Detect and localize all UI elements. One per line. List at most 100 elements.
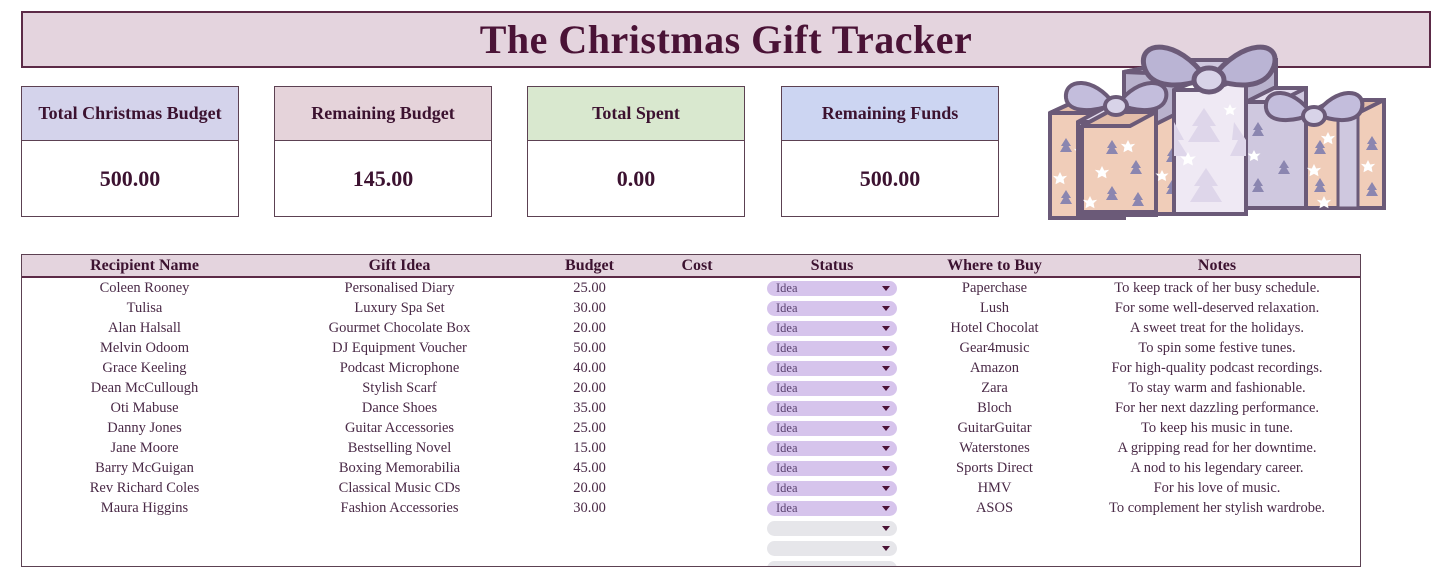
cell-notes[interactable]: For high-quality podcast recordings. [1072,358,1360,378]
cell-budget[interactable]: 25.00 [532,277,647,298]
cell-recipient-name[interactable]: Oti Mabuse [22,398,267,418]
status-dropdown[interactable]: Idea [767,300,897,316]
cell-notes[interactable] [1072,558,1360,566]
cell-cost[interactable] [647,298,747,318]
cell-notes[interactable]: A nod to his legendary career. [1072,458,1360,478]
chevron-down-icon[interactable] [882,285,890,291]
cell-recipient-name[interactable]: Melvin Odoom [22,338,267,358]
cell-gift-idea[interactable]: Luxury Spa Set [267,298,532,318]
cell-cost[interactable] [647,458,747,478]
cell-where-to-buy[interactable] [917,518,1072,538]
cell-recipient-name[interactable]: Danny Jones [22,418,267,438]
cell-status[interactable] [747,558,917,566]
cell-gift-idea[interactable]: Guitar Accessories [267,418,532,438]
cell-where-to-buy[interactable]: Lush [917,298,1072,318]
status-dropdown[interactable]: Idea [767,380,897,396]
cell-notes[interactable]: To keep his music in tune. [1072,418,1360,438]
cell-budget[interactable]: 20.00 [532,378,647,398]
status-dropdown[interactable]: Idea [767,460,897,476]
cell-notes[interactable] [1072,518,1360,538]
cell-budget[interactable] [532,538,647,558]
cell-where-to-buy[interactable]: Waterstones [917,438,1072,458]
cell-cost[interactable] [647,498,747,518]
cell-status[interactable]: Idea [747,478,917,498]
cell-notes[interactable]: To spin some festive tunes. [1072,338,1360,358]
cell-budget[interactable]: 15.00 [532,438,647,458]
cell-notes[interactable]: To stay warm and fashionable. [1072,378,1360,398]
cell-status[interactable] [747,538,917,558]
cell-status[interactable]: Idea [747,277,917,298]
cell-where-to-buy[interactable]: Gear4music [917,338,1072,358]
cell-recipient-name[interactable]: Dean McCullough [22,378,267,398]
chevron-down-icon[interactable] [882,445,890,451]
cell-gift-idea[interactable]: Bestselling Novel [267,438,532,458]
cell-cost[interactable] [647,538,747,558]
cell-budget[interactable] [532,558,647,566]
cell-cost[interactable] [647,277,747,298]
cell-cost[interactable] [647,438,747,458]
cell-status[interactable]: Idea [747,358,917,378]
cell-cost[interactable] [647,398,747,418]
cell-gift-idea[interactable]: DJ Equipment Voucher [267,338,532,358]
column-header-cost[interactable]: Cost [647,254,747,278]
cell-recipient-name[interactable]: Coleen Rooney [22,277,267,298]
chevron-down-icon[interactable] [882,385,890,391]
cell-budget[interactable]: 25.00 [532,418,647,438]
cell-status[interactable]: Idea [747,438,917,458]
chevron-down-icon[interactable] [882,525,890,531]
cell-gift-idea[interactable]: Boxing Memorabilia [267,458,532,478]
cell-status[interactable]: Idea [747,298,917,318]
cell-budget[interactable] [532,518,647,538]
status-dropdown[interactable] [767,560,897,566]
cell-budget[interactable]: 40.00 [532,358,647,378]
cell-where-to-buy[interactable]: ASOS [917,498,1072,518]
column-header-gift-idea[interactable]: Gift Idea [267,254,532,278]
cell-recipient-name[interactable]: Barry McGuigan [22,458,267,478]
cell-cost[interactable] [647,358,747,378]
cell-notes[interactable] [1072,538,1360,558]
status-dropdown[interactable]: Idea [767,420,897,436]
cell-gift-idea[interactable] [267,558,532,566]
cell-budget[interactable]: 50.00 [532,338,647,358]
status-dropdown[interactable]: Idea [767,280,897,296]
cell-budget[interactable]: 45.00 [532,458,647,478]
cell-budget[interactable]: 20.00 [532,318,647,338]
cell-cost[interactable] [647,318,747,338]
cell-gift-idea[interactable] [267,538,532,558]
cell-recipient-name[interactable]: Maura Higgins [22,498,267,518]
cell-notes[interactable]: To keep track of her busy schedule. [1072,277,1360,298]
cell-notes[interactable]: To complement her stylish wardrobe. [1072,498,1360,518]
chevron-down-icon[interactable] [882,405,890,411]
cell-status[interactable]: Idea [747,418,917,438]
chevron-down-icon[interactable] [882,485,890,491]
cell-cost[interactable] [647,418,747,438]
cell-status[interactable]: Idea [747,498,917,518]
column-header-where-to-buy[interactable]: Where to Buy [917,254,1072,278]
status-dropdown[interactable]: Idea [767,320,897,336]
cell-gift-idea[interactable]: Podcast Microphone [267,358,532,378]
cell-recipient-name[interactable] [22,518,267,538]
status-dropdown[interactable] [767,540,897,556]
cell-status[interactable]: Idea [747,378,917,398]
cell-where-to-buy[interactable]: Zara [917,378,1072,398]
cell-notes[interactable]: A gripping read for her downtime. [1072,438,1360,458]
column-header-recipient-name[interactable]: Recipient Name [22,254,267,278]
cell-cost[interactable] [647,518,747,538]
cell-budget[interactable]: 35.00 [532,398,647,418]
chevron-down-icon[interactable] [882,365,890,371]
cell-where-to-buy[interactable]: Bloch [917,398,1072,418]
cell-gift-idea[interactable]: Personalised Diary [267,277,532,298]
status-dropdown[interactable]: Idea [767,400,897,416]
cell-recipient-name[interactable] [22,538,267,558]
cell-gift-idea[interactable]: Dance Shoes [267,398,532,418]
cell-where-to-buy[interactable]: Amazon [917,358,1072,378]
cell-notes[interactable]: For her next dazzling performance. [1072,398,1360,418]
cell-status[interactable]: Idea [747,338,917,358]
column-header-status[interactable]: Status [747,254,917,278]
column-header-budget[interactable]: Budget [532,254,647,278]
status-dropdown[interactable]: Idea [767,340,897,356]
cell-status[interactable]: Idea [747,318,917,338]
cell-status[interactable] [747,518,917,538]
cell-status[interactable]: Idea [747,398,917,418]
cell-cost[interactable] [647,558,747,566]
